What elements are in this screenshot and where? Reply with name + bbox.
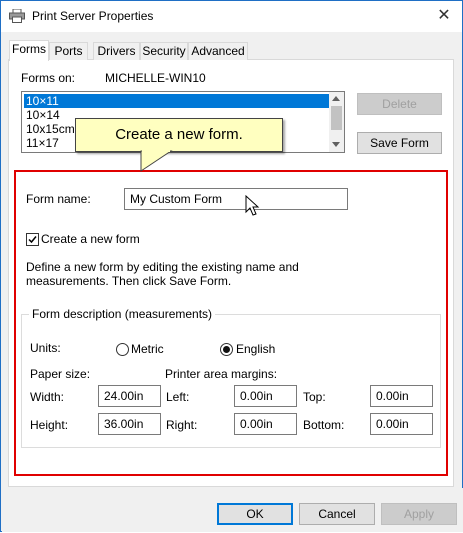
- create-new-form-checkbox[interactable]: [26, 233, 39, 246]
- delete-button[interactable]: Delete: [357, 93, 442, 115]
- left-label: Left:: [166, 390, 190, 404]
- server-name: MICHELLE-WIN10: [105, 71, 206, 85]
- radio-selected-dot: [223, 346, 230, 353]
- printer-icon: [9, 9, 25, 23]
- scroll-thumb[interactable]: [331, 106, 342, 130]
- width-label: Width:: [30, 390, 65, 404]
- tab-advanced[interactable]: Advanced: [188, 42, 248, 60]
- top-label: Top:: [303, 390, 326, 404]
- apply-button[interactable]: Apply: [381, 503, 457, 525]
- cancel-button[interactable]: Cancel: [299, 503, 375, 525]
- scroll-down-icon[interactable]: [332, 142, 340, 147]
- title-bar: Print Server Properties ✕: [1, 1, 462, 32]
- paper-size-label: Paper size:: [30, 367, 91, 381]
- tab-drivers[interactable]: Drivers: [93, 42, 140, 60]
- left-margin-input[interactable]: 0.00in: [234, 385, 297, 407]
- window-title: Print Server Properties: [32, 9, 154, 23]
- right-label: Right:: [166, 418, 198, 432]
- close-button[interactable]: ✕: [431, 4, 457, 28]
- form-description-title: Form description (measurements): [29, 307, 216, 321]
- scroll-up-icon[interactable]: [332, 96, 340, 101]
- bottom-margin-input[interactable]: 0.00in: [370, 413, 433, 435]
- print-server-properties-window: Print Server Properties ✕ Forms Ports Dr…: [0, 0, 463, 532]
- save-form-button[interactable]: Save Form: [357, 132, 442, 154]
- printer-margins-label: Printer area margins:: [165, 367, 278, 381]
- bottom-label: Bottom:: [303, 418, 345, 432]
- list-scrollbar[interactable]: [329, 92, 344, 152]
- tab-forms[interactable]: Forms: [9, 40, 49, 61]
- tab-security[interactable]: Security: [140, 42, 188, 60]
- create-new-form-label: Create a new form: [41, 232, 140, 246]
- english-label: English: [236, 342, 276, 356]
- checkmark-icon: [28, 236, 37, 244]
- width-input[interactable]: 24.00in: [98, 385, 161, 407]
- english-radio[interactable]: [220, 343, 233, 356]
- instructions-line-2: measurements. Then click Save Form.: [26, 274, 232, 288]
- instructions-line-1: Define a new form by editing the existin…: [26, 260, 299, 274]
- units-label: Units:: [30, 341, 61, 355]
- metric-label: Metric: [131, 342, 164, 356]
- form-name-label: Form name:: [26, 192, 91, 206]
- list-item[interactable]: 10×11: [24, 94, 330, 108]
- top-margin-input[interactable]: 0.00in: [370, 385, 433, 407]
- form-name-input[interactable]: My Custom Form: [124, 188, 348, 210]
- tab-ports[interactable]: Ports: [49, 42, 88, 60]
- height-input[interactable]: 36.00in: [98, 413, 161, 435]
- metric-radio[interactable]: [116, 343, 129, 356]
- ok-button[interactable]: OK: [217, 503, 293, 525]
- right-margin-input[interactable]: 0.00in: [234, 413, 297, 435]
- forms-on-label: Forms on:: [21, 71, 76, 85]
- cursor-pointer-icon: [245, 195, 260, 216]
- height-label: Height:: [30, 418, 69, 432]
- callout-tooltip: Create a new form.: [75, 118, 283, 152]
